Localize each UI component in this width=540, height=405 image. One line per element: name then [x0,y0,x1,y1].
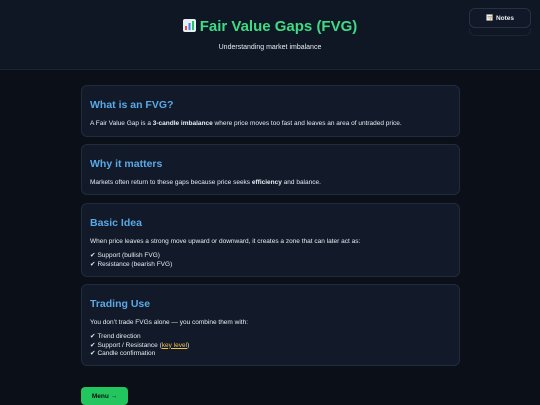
bar-chart-icon [182,18,196,35]
memo-icon [486,13,493,23]
card-title: What is an FVG? [90,99,174,111]
card-title: Trading Use [90,298,151,310]
card-title: Why it matters [90,158,163,170]
card-what-is-fvg: What is an FVG? A Fair Value Gap is a 3-… [81,85,460,137]
check-icon: ✔ [90,333,96,340]
list-item: ✔ Candle confirmation [90,350,156,357]
page-title: Fair Value Gaps (FVG) [0,18,540,35]
menu-button[interactable]: Menu → [81,387,128,405]
check-icon: ✔ [90,341,96,349]
check-icon: ✔ [90,350,96,357]
check-icon: ✔ [90,252,96,259]
list-item: ✔ Support (bullish FVG) [90,252,160,259]
notes-button[interactable]: Notes [469,8,531,28]
list-item: ✔ Trend direction [90,333,141,340]
page-title-text: Fair Value Gaps (FVG) [199,18,358,35]
card-text: Markets often return to these gaps becau… [90,179,321,186]
notes-panel-edge [469,28,531,36]
notes-button-label: Notes [495,14,515,22]
card-text: You don’t trade FVGs alone — you combine… [90,319,249,326]
card-text: When price leaves a strong move upward o… [90,238,361,245]
list-item: ✔ Support / Resistance (key level) [90,341,190,349]
card-title: Basic Idea [90,217,142,229]
card-trading-use: Trading Use You don’t trade FVGs alone —… [81,284,460,366]
bullet-list: ✔ Trend direction ✔ Support / Resistance (… [90,333,451,359]
check-icon: ✔ [90,260,96,268]
page-subtitle: Understanding market imbalance [218,44,322,51]
key-level-link[interactable]: key level [162,342,187,349]
page-header: Fair Value Gaps (FVG) Understanding mark… [0,0,540,70]
card-why-it-matters: Why it matters Markets often return to t… [81,144,460,195]
list-item: ✔ Resistance (bearish FVG) [90,260,173,268]
card-text: A Fair Value Gap is a 3-candle imbalance… [90,120,402,127]
card-basic-idea: Basic Idea When price leaves a strong mo… [81,203,460,277]
bullet-list: ✔ Support (bullish FVG) ✔ Resistance (bear… [90,252,451,269]
